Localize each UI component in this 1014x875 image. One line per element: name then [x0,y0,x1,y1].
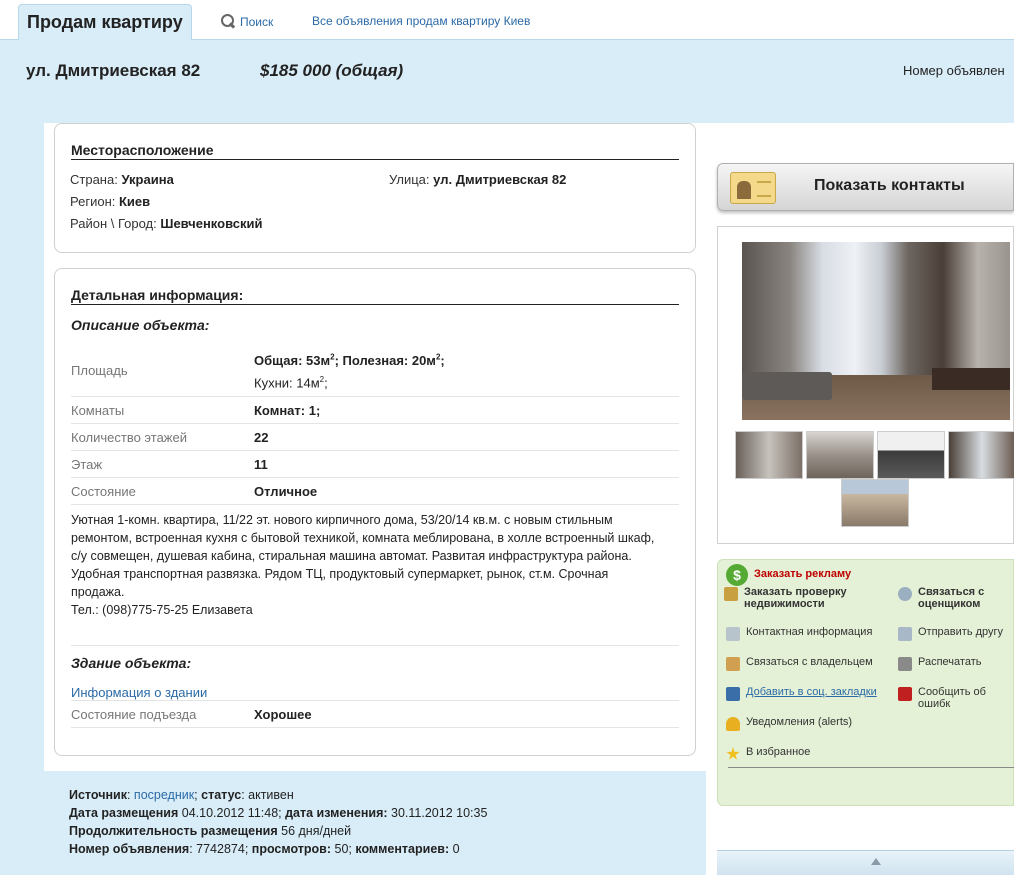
report-error-link[interactable]: Сообщить об ошибк [898,686,1013,710]
country-field: Страна: Украина [70,172,174,187]
printer-icon [898,657,912,671]
source-line: Источник: посредник; статус: активен [69,788,294,802]
contact-card-icon [730,172,776,204]
tab-sell-apartment[interactable]: Продам квартиру [18,4,192,40]
order-ad-link[interactable]: $ Заказать рекламу [726,564,851,586]
contact-owner-link[interactable]: Связаться с владельцем [726,656,873,671]
actions-panel: $ Заказать рекламу Заказать проверку нед… [717,559,1014,806]
region-value: Киев [118,194,151,209]
details-title: Детальная информация: [71,287,679,305]
photo-thumbnail[interactable] [948,431,1014,479]
star-icon [726,747,740,760]
top-tab-bar: Продам квартиру Поиск Все объявления про… [0,0,1014,40]
show-contacts-label: Показать контакты [814,177,965,194]
location-title: Месторасположение [71,142,679,160]
main-content: Месторасположение Страна: Украина Улица:… [44,123,706,771]
details-box: Детальная информация: Описание объекта: … [54,268,696,756]
floor-label: Этаж [71,457,103,472]
listing-footer: Источник: посредник; статус: активен Дат… [44,771,706,873]
dates-line: Дата размещения 04.10.2012 11:48; дата и… [69,806,488,820]
photo-thumbnail[interactable] [735,431,803,479]
bell-icon [726,717,740,731]
area-row: Площадь Общая: 53м2; Полезная: 20м2; Кух… [71,345,679,397]
entrance-label: Состояние подъезда [71,707,197,722]
listing-price: $185 000 (общая) [260,61,404,80]
arrow-up-icon [871,858,881,865]
send-friend-link[interactable]: Отправить другу [898,626,1003,641]
tab-search-label: Поиск [240,15,274,29]
street-field: Улица: ул. Дмитриевская 82 [389,172,567,187]
photo-thumbnail[interactable] [806,431,874,479]
floors-row: Количество этажей 22 [71,424,679,451]
district-value: Шевченковский [160,216,263,231]
divider [728,767,1014,768]
rooms-row: Комнаты Комнат: 1; [71,397,679,424]
stats-line: Номер объявления: 7742874; просмотров: 5… [69,842,460,856]
social-bookmark-icon [726,687,740,701]
country-value: Украина [121,172,174,187]
envelope-icon [898,627,912,641]
source-link[interactable]: посредник [134,788,194,802]
flag-icon [898,687,912,701]
pen-icon [726,657,740,671]
building-info-row: Информация о здании [71,677,679,701]
district-field: Район \ Город: Шевченковский [70,216,263,231]
listing-header: ул. Дмитриевская 82 $185 000 (общая) Ном… [0,41,1014,123]
print-link[interactable]: Распечатать [898,656,981,671]
tab-search[interactable]: Поиск [220,14,273,30]
street-value: ул. Дмитриевская 82 [433,172,567,187]
area-value: Общая: 53м2; Полезная: 20м2; [254,353,445,369]
floor-value: 11 [254,457,268,472]
rooms-label: Комнаты [71,403,125,418]
building-title: Здание объекта: [71,655,192,671]
photo-thumbnail[interactable] [877,431,945,479]
listing-address: ул. Дмитриевская 82 [26,61,201,80]
location-box: Месторасположение Страна: Украина Улица:… [54,123,696,253]
chat-bubble-icon [898,587,912,601]
area-label: Площадь [71,363,128,378]
condition-row: Состояние Отличное [71,478,679,505]
scroll-up-bar[interactable] [717,850,1014,875]
order-check-link[interactable]: Заказать проверку недвижимости [724,586,884,610]
tab-all-ads[interactable]: Все объявления продам квартиру Киев [312,14,530,28]
duration-line: Продолжительность размещения 56 дня/дней [69,824,352,838]
building-info-link[interactable]: Информация о здании [71,685,207,700]
photo-gallery [717,226,1014,544]
floors-value: 22 [254,430,269,445]
contact-info-link[interactable]: Контактная информация [726,626,872,641]
entrance-row: Состояние подъезда Хорошее [71,701,679,728]
condition-label: Состояние [71,484,136,499]
condition-value: Отличное [254,484,318,499]
floors-label: Количество этажей [71,430,187,445]
floor-row: Этаж 11 [71,451,679,478]
add-social-link[interactable]: Добавить в соц. закладки [726,686,877,701]
ad-number-label: Номер объявлен [903,63,1005,78]
dollar-icon: $ [726,564,748,586]
rooms-value: Комнат: 1; [254,403,321,418]
document-icon [726,627,740,641]
kitchen-value: Кухни: 14м2; [254,375,328,391]
divider [71,645,679,646]
photo-thumbnail[interactable] [841,479,909,527]
show-contacts-button[interactable]: Показать контакты [717,163,1014,211]
main-photo[interactable] [742,242,1010,420]
search-icon [220,14,236,30]
listing-description: Уютная 1-комн. квартира, 11/22 эт. новог… [71,513,655,617]
object-description-title: Описание объекта: [71,317,210,333]
entrance-value: Хорошее [254,707,312,722]
contact-appraiser-link[interactable]: Связаться с оценщиком [898,586,1008,610]
alerts-link[interactable]: Уведомления (alerts) [726,716,852,731]
scales-icon [724,587,738,601]
favorites-link[interactable]: В избранное [726,746,810,761]
region-field: Регион: Киев [70,194,151,209]
